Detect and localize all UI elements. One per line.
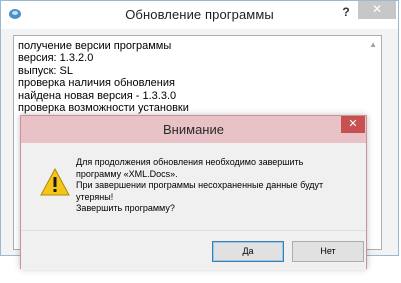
message-line: При завершении программы несохраненные д…: [76, 180, 324, 191]
message-line: Для продолжения обновления необходимо за…: [76, 157, 304, 167]
warning-icon: [40, 168, 70, 196]
message-line: утеряны!: [76, 191, 114, 202]
log-line: версия: 1.3.2.0: [18, 52, 94, 65]
no-button[interactable]: Нет: [292, 241, 364, 262]
close-button[interactable]: ✕: [358, 1, 396, 19]
dialog-title: Внимание: [163, 122, 224, 137]
help-button[interactable]: ?: [337, 3, 355, 21]
dialog-message: Для продолжения обновления необходимо за…: [76, 157, 361, 215]
warning-dialog: Внимание ✕ Для продолжения обновления не…: [20, 115, 367, 270]
dialog-titlebar[interactable]: Внимание ✕: [21, 116, 366, 143]
window-titlebar[interactable]: Обновление программы ? ✕: [1, 1, 398, 29]
message-line: программу «XML.Docs».: [76, 168, 178, 179]
log-line: получение версии программы: [18, 40, 172, 52]
dialog-close-button[interactable]: ✕: [341, 116, 365, 133]
log-line: проверка возможности установки: [18, 102, 189, 115]
log-lines: получение версии программы версия: 1.3.2…: [18, 40, 189, 114]
dialog-footer: Да Нет: [21, 230, 366, 270]
message-line: Завершить программу?: [76, 203, 175, 214]
log-line: выпуск: SL: [18, 64, 73, 77]
yes-button[interactable]: Да: [212, 241, 284, 262]
log-line: найдена новая версия - 1.3.3.0: [18, 89, 177, 102]
log-line: проверка наличия обновления: [18, 77, 175, 90]
dialog-body: Для продолжения обновления необходимо за…: [21, 143, 366, 270]
scroll-up-arrow-icon[interactable]: ▲: [369, 40, 377, 49]
